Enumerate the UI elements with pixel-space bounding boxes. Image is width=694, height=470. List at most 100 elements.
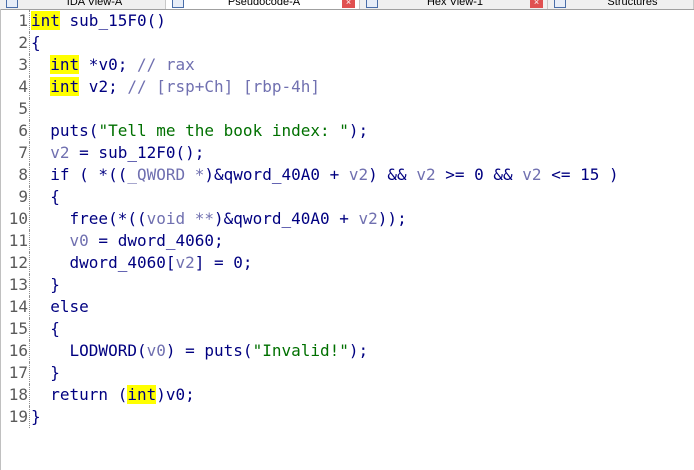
gutter-separator [28, 76, 31, 98]
line-number: 14 [8, 297, 28, 316]
structures-icon [554, 0, 566, 8]
close-icon[interactable]: × [530, 0, 543, 8]
function-call[interactable]: puts( [50, 121, 98, 140]
tab-structures[interactable]: Structures [548, 0, 694, 9]
code-line[interactable]: 13 } [0, 274, 694, 296]
return-keyword[interactable]: return ( [50, 385, 127, 404]
local-variable[interactable]: v2 [349, 165, 368, 184]
line-number: 3 [18, 55, 28, 74]
tab-ida-view-a[interactable]: IDA View-A [0, 0, 166, 9]
code-line[interactable]: 2{ [0, 32, 694, 54]
gutter-separator [28, 252, 31, 274]
function-call[interactable]: ) = puts( [166, 341, 253, 360]
code-text: v2 = sub_12F0(); [31, 142, 694, 164]
string-literal[interactable]: "Invalid!" [253, 341, 349, 360]
code-line[interactable]: 7 v2 = sub_12F0(); [0, 142, 694, 164]
macro-call[interactable]: LODWORD( [70, 341, 147, 360]
assignment-expression[interactable]: = sub_12F0(); [70, 143, 204, 162]
gutter-separator [28, 208, 31, 230]
type-cast[interactable]: _QWORD * [127, 165, 204, 184]
line-number: 18 [8, 385, 28, 404]
comment: // rax [136, 55, 195, 74]
code-line[interactable]: 9 { [0, 186, 694, 208]
code-line[interactable]: 16 LODWORD(v0) = puts("Invalid!"); [0, 340, 694, 362]
pseudocode-window: IDA View-A Pseudocode-A × Hex View-1 × S… [0, 0, 694, 470]
brace: } [31, 407, 41, 426]
code-text: v0 = dword_4060; [31, 230, 694, 252]
type-cast[interactable]: void ** [147, 209, 214, 228]
variable-declaration[interactable]: v2; [79, 77, 127, 96]
code-line[interactable]: 5 [0, 98, 694, 120]
tab-label: Pseudocode-A [227, 0, 301, 8]
punctuation: ] = 0; [194, 253, 253, 272]
line-number: 12 [8, 253, 28, 272]
global-reference[interactable]: dword_4060[ [70, 253, 176, 272]
gutter-separator [28, 318, 31, 340]
code-line[interactable]: 3 int *v0; // rax [0, 54, 694, 76]
if-keyword[interactable]: if ( *(( [50, 165, 127, 184]
tab-pseudocode-a[interactable]: Pseudocode-A × [166, 0, 360, 9]
gutter-separator [28, 230, 31, 252]
code-text: { [31, 186, 694, 208]
assignment-expression[interactable]: = dword_4060; [89, 231, 223, 250]
local-variable[interactable]: v2 [176, 253, 195, 272]
code-line[interactable]: 8 if ( *((_QWORD *)&qword_40A0 + v2) && … [0, 164, 694, 186]
function-signature[interactable]: sub_15F0() [60, 11, 166, 30]
code-line[interactable]: 11 v0 = dword_4060; [0, 230, 694, 252]
else-keyword[interactable]: else [50, 297, 89, 316]
line-number: 19 [8, 407, 28, 426]
code-line[interactable]: 14 else [0, 296, 694, 318]
code-line[interactable]: 4 int v2; // [rsp+Ch] [rbp-4h] [0, 76, 694, 98]
code-text: int sub_15F0() [31, 10, 694, 32]
local-variable[interactable]: v0 [70, 231, 89, 250]
type-keyword[interactable]: int [50, 55, 80, 74]
local-variable[interactable]: v2 [359, 209, 378, 228]
code-line[interactable]: 12 dword_4060[v2] = 0; [0, 252, 694, 274]
type-keyword[interactable]: int [127, 385, 157, 404]
gutter-separator [28, 296, 31, 318]
global-reference[interactable]: )&qword_40A0 + [214, 209, 359, 228]
local-variable[interactable]: v0 [147, 341, 166, 360]
gutter-separator [28, 340, 31, 362]
local-variable[interactable]: v2 [522, 165, 541, 184]
tab-label: Hex View-1 [426, 0, 484, 8]
line-number: 2 [18, 33, 28, 52]
variable-declaration[interactable]: *v0; [79, 55, 137, 74]
gutter-separator [28, 362, 31, 384]
gutter-separator [28, 406, 31, 428]
brace: } [50, 363, 60, 382]
code-text: } [31, 274, 694, 296]
local-variable[interactable]: v2 [416, 165, 435, 184]
code-line[interactable]: 17 } [0, 362, 694, 384]
brace: { [50, 319, 60, 338]
local-variable[interactable]: v2 [50, 143, 69, 162]
type-keyword[interactable]: int [50, 77, 80, 96]
code-line[interactable]: 19} [0, 406, 694, 428]
code-line[interactable]: 1 int sub_15F0() [0, 10, 694, 32]
code-line[interactable]: 6 puts("Tell me the book index: "); [0, 120, 694, 142]
line-number: 8 [18, 165, 28, 184]
code-line[interactable]: 10 free(*((void **)&qword_40A0 + v2)); [0, 208, 694, 230]
global-reference[interactable]: )&qword_40A0 + [204, 165, 349, 184]
return-expression[interactable]: )v0; [156, 385, 195, 404]
punctuation: ); [348, 121, 369, 140]
tab-label: IDA View-A [66, 0, 123, 8]
code-text: { [31, 318, 694, 340]
gutter-separator [28, 164, 31, 186]
pseudocode-icon [172, 0, 184, 8]
pseudocode-view[interactable]: 1 int sub_15F0() 2{ 3 int *v0; // rax 4 i… [0, 10, 694, 428]
function-call[interactable]: free(*(( [70, 209, 147, 228]
code-line[interactable]: 15 { [0, 318, 694, 340]
tab-hex-view-1[interactable]: Hex View-1 × [360, 0, 548, 9]
close-icon[interactable]: × [342, 0, 355, 8]
string-literal[interactable]: "Tell me the book index: " [98, 121, 348, 140]
line-number: 1 [18, 11, 28, 30]
code-text: int v2; // [rsp+Ch] [rbp-4h] [31, 76, 694, 98]
punctuation: ); [348, 341, 369, 360]
type-keyword[interactable]: int [31, 11, 60, 30]
gutter-separator [28, 142, 31, 164]
code-line[interactable]: 18 return (int)v0; [0, 384, 694, 406]
line-number: 4 [18, 77, 28, 96]
code-text: { [31, 32, 694, 54]
